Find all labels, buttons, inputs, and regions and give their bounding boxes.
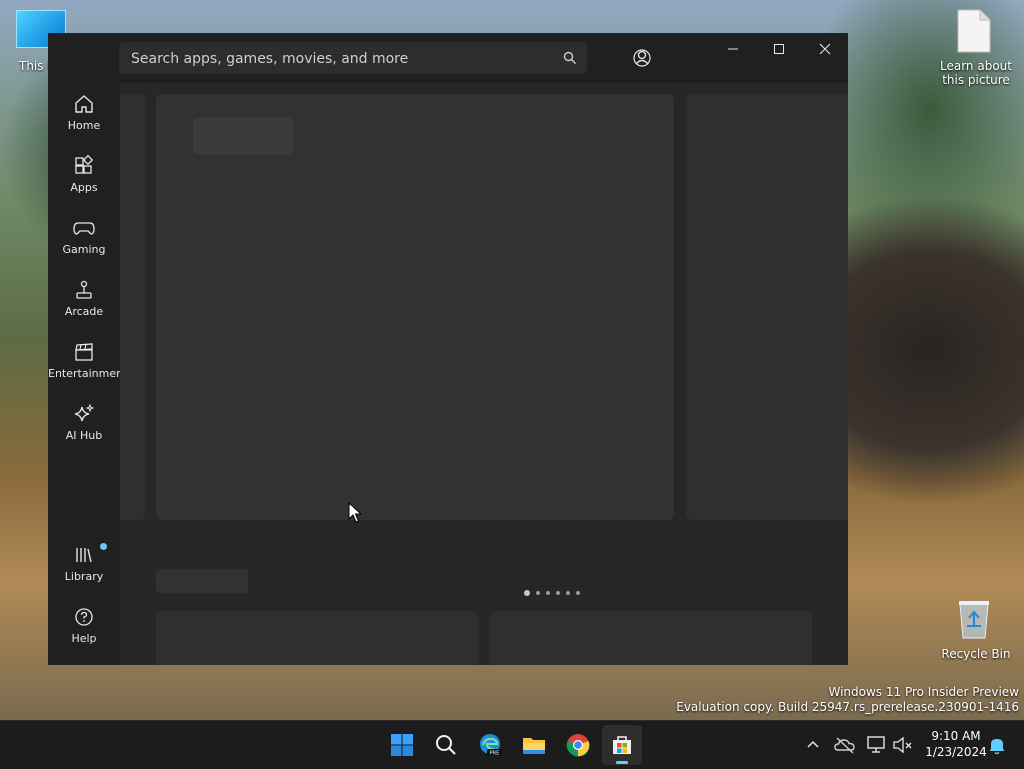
- this-pc-label[interactable]: This PC: [19, 59, 49, 73]
- carousel-dot[interactable]: [576, 591, 580, 595]
- nav-label-apps: Apps: [70, 181, 98, 194]
- nav-item-ai-hub[interactable]: AI Hub: [48, 403, 120, 459]
- nav-label-entertainment: Entertainment: [48, 367, 128, 380]
- carousel-page-indicator[interactable]: [524, 590, 580, 596]
- active-app-indicator: [616, 761, 628, 764]
- clapperboard-icon: [75, 343, 93, 361]
- recycle-bin-label[interactable]: Recycle Bin: [936, 647, 1016, 661]
- network-icon: [867, 736, 885, 753]
- maximize-icon: [774, 44, 784, 54]
- start-button[interactable]: [382, 725, 422, 765]
- tile-placeholder[interactable]: [490, 611, 812, 665]
- edge-preview-icon: PRE: [480, 734, 502, 757]
- carousel-dot[interactable]: [524, 590, 530, 596]
- recycle-bin-icon[interactable]: [956, 598, 992, 640]
- nav-label-help: Help: [71, 632, 97, 645]
- edge-preview-button[interactable]: PRE: [470, 725, 510, 765]
- network-tray-button[interactable]: [865, 733, 889, 757]
- account-button[interactable]: [626, 42, 658, 74]
- home-icon: [75, 95, 93, 113]
- volume-muted-icon: [893, 736, 912, 754]
- person-icon: [633, 49, 651, 67]
- carousel-dot[interactable]: [536, 591, 540, 595]
- search-icon[interactable]: [563, 51, 577, 65]
- store-taskbar-button[interactable]: [602, 725, 642, 765]
- close-button[interactable]: [802, 33, 848, 65]
- help-icon: [75, 608, 93, 626]
- carousel-dot[interactable]: [546, 591, 550, 595]
- apps-icon: [75, 155, 94, 174]
- nav-item-library[interactable]: Library: [48, 543, 120, 600]
- nav-label-gaming: Gaming: [62, 243, 106, 256]
- search-box[interactable]: [119, 42, 587, 76]
- bell-icon: [989, 739, 1005, 755]
- chevron-up-icon: [807, 740, 819, 748]
- carousel-title-placeholder: [193, 118, 293, 154]
- library-icon: [76, 548, 92, 563]
- clock-date: 1/23/2024: [925, 745, 987, 759]
- search-input[interactable]: [129, 42, 553, 76]
- nav-item-entertainment[interactable]: Entertainment: [48, 341, 128, 397]
- taskbar-search-button[interactable]: [426, 725, 466, 765]
- nav-item-apps[interactable]: Apps: [48, 155, 120, 211]
- nav-item-gaming[interactable]: Gaming: [48, 217, 120, 273]
- nav-item-arcade[interactable]: Arcade: [48, 279, 120, 335]
- store-window: Home Apps Gaming Arcade Entertainment AI…: [48, 33, 848, 665]
- joystick-icon: [76, 280, 92, 299]
- mouse-cursor-icon: [348, 502, 362, 523]
- title-bar[interactable]: [48, 33, 848, 83]
- svg-text:PRE: PRE: [490, 751, 500, 757]
- learn-about-picture-label[interactable]: Learn about this picture: [936, 59, 1016, 87]
- section-title-placeholder: [156, 569, 248, 593]
- file-explorer-button[interactable]: [514, 725, 554, 765]
- search-icon: [436, 735, 456, 755]
- nav-label-arcade: Arcade: [64, 305, 104, 318]
- show-hidden-icons-button[interactable]: [801, 733, 825, 757]
- watermark-build: Evaluation copy. Build 25947.rs_prerelea…: [676, 700, 1019, 714]
- nav-item-help[interactable]: Help: [48, 606, 120, 662]
- chrome-button[interactable]: [558, 725, 598, 765]
- store-icon: [613, 736, 631, 754]
- close-icon: [819, 43, 831, 55]
- carousel-dot[interactable]: [556, 591, 560, 595]
- taskbar: PRE 9:10 AM 1/23/2024: [0, 720, 1024, 769]
- store-home-content: [120, 83, 848, 665]
- nav-label-home: Home: [67, 119, 101, 132]
- maximize-button[interactable]: [756, 33, 802, 65]
- gamepad-icon: [73, 222, 95, 235]
- taskbar-clock[interactable]: 9:10 AM 1/23/2024: [916, 728, 996, 760]
- start-icon: [391, 734, 413, 756]
- minimize-button[interactable]: [710, 33, 756, 65]
- onedrive-offline-icon: [834, 737, 855, 754]
- file-explorer-icon: [523, 738, 545, 754]
- nav-item-home[interactable]: Home: [48, 93, 120, 149]
- volume-tray-button[interactable]: [891, 733, 915, 757]
- notifications-button[interactable]: [985, 733, 1009, 757]
- watermark-edition: Windows 11 Pro Insider Preview: [828, 685, 1019, 699]
- navigation-sidebar: Home Apps Gaming Arcade Entertainment AI…: [48, 83, 128, 665]
- minimize-icon: [728, 48, 738, 50]
- carousel-card-main[interactable]: [156, 94, 674, 520]
- learn-about-picture-icon[interactable]: [956, 9, 992, 53]
- library-update-badge: [100, 543, 107, 550]
- tile-placeholder[interactable]: [156, 611, 478, 665]
- chrome-icon: [566, 734, 590, 757]
- carousel-dot[interactable]: [566, 591, 570, 595]
- onedrive-tray-button[interactable]: [833, 733, 857, 757]
- sparkle-icon: [74, 403, 95, 422]
- clock-time: 9:10 AM: [931, 729, 981, 743]
- nav-label-ai-hub: AI Hub: [65, 429, 103, 442]
- carousel-card-previous[interactable]: [120, 94, 145, 520]
- nav-label-library: Library: [64, 570, 104, 583]
- carousel-card-next[interactable]: [686, 94, 848, 520]
